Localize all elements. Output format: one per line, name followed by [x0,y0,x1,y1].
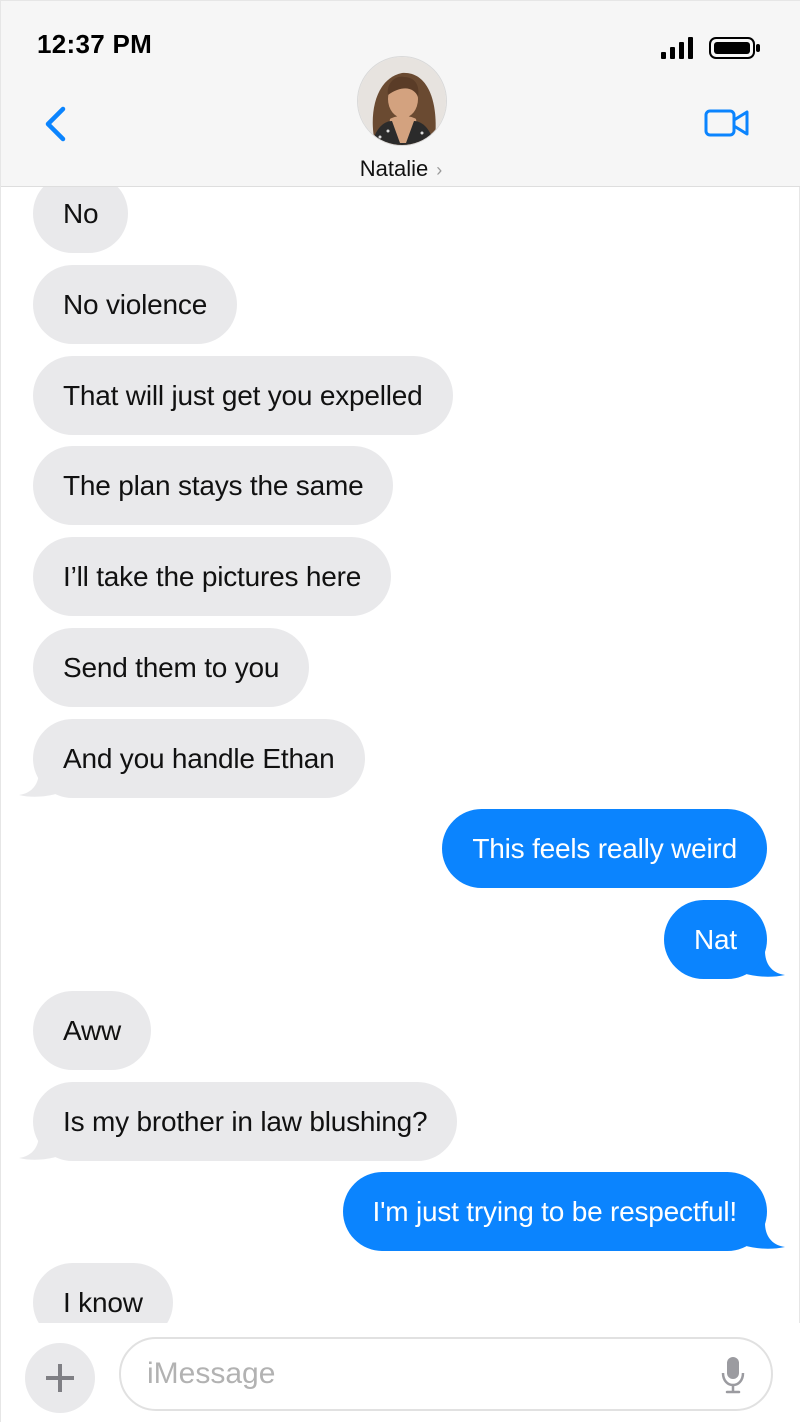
status-time: 12:37 PM [37,29,153,59]
chevron-left-icon[interactable] [41,105,71,143]
outgoing-message[interactable]: This feels really weird [442,809,767,888]
plus-icon[interactable] [25,1343,95,1413]
outgoing-message[interactable]: I'm just trying to be respectful! [342,1172,767,1251]
contact-name: Natalie [359,156,429,181]
contact-photo [358,57,446,145]
contact-name-button[interactable]: Natalie › [1,156,800,182]
conversation-header: 12:37 PM Natalie › [1,1,800,187]
battery-icon [709,37,760,59]
microphone-icon[interactable] [719,1355,747,1395]
incoming-message[interactable]: The plan stays the same [33,446,394,525]
incoming-message[interactable]: I’ll take the pictures here [33,537,392,616]
imessage-field[interactable] [119,1337,773,1411]
cellular-signal-icon [661,37,693,59]
incoming-message[interactable]: That will just get you expelled [33,356,453,435]
incoming-message[interactable]: Is my brother in law blushing? [33,1082,458,1161]
message-composer [1,1323,800,1422]
outgoing-message[interactable]: Nat [664,900,767,979]
incoming-message[interactable]: No violence [33,265,238,344]
incoming-message[interactable]: And you handle Ethan [33,719,365,798]
incoming-message[interactable]: Aww [33,991,152,1070]
avatar[interactable] [357,56,447,146]
message-input[interactable] [147,1339,687,1409]
incoming-message[interactable]: Send them to you [33,628,310,707]
chevron-right-icon: › [436,160,443,180]
messages-screen: No No violence That will just get you ex… [0,0,800,1422]
video-camera-icon[interactable] [703,105,751,141]
